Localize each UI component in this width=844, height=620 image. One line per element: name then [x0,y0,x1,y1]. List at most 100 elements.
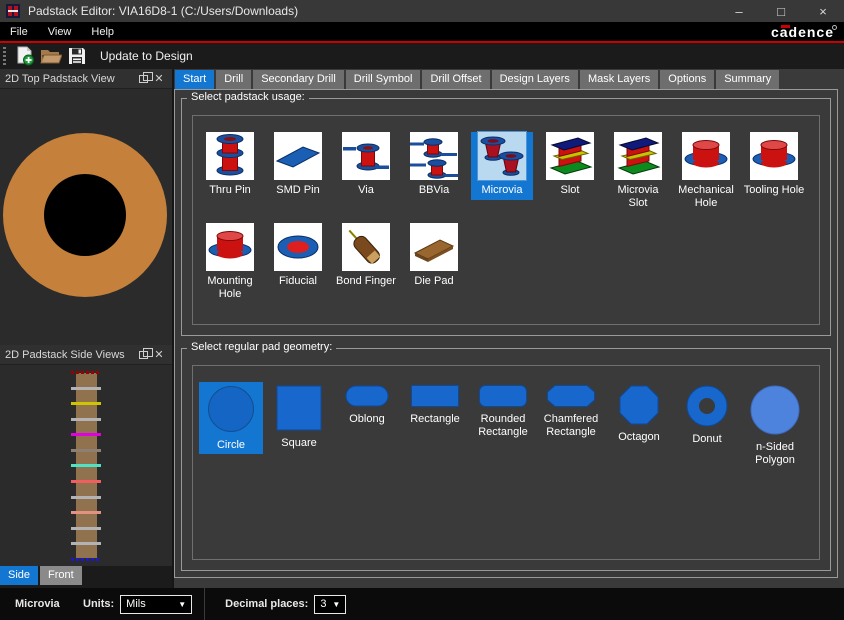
usage-item-fiducial[interactable]: Fiducial [267,223,329,291]
bbvia-icon [410,138,458,179]
side-view-tabs: Side Front [0,566,172,588]
geometry-item-rounded-rectangle[interactable]: Rounded Rectangle [471,382,535,441]
top-view-header: 2D Top Padstack View ✕ [0,69,172,89]
thru-pin-icon [216,134,244,176]
usage-item-label: Thru Pin [209,184,251,196]
open-button[interactable] [38,44,64,68]
usage-item-slot[interactable]: Slot [539,132,601,200]
side-view-close-button[interactable]: ✕ [151,347,167,363]
geometry-item-chamfered-rectangle[interactable]: Chamfered Rectangle [539,382,603,441]
fiducial-icon [277,235,319,259]
top-padstack-view[interactable] [0,89,172,345]
usage-item-bbvia[interactable]: BBVia [403,132,465,200]
geometry-groupbox: Select regular pad geometry: Circle Squa… [181,341,831,571]
geometry-item-n-sided-polygon[interactable]: n-Sided Polygon [743,382,807,469]
float-icon [138,347,153,359]
geometry-item-octagon[interactable]: Octagon [607,382,671,446]
n-sided-polygon-shape [750,385,800,435]
square-shape [276,385,322,431]
tab-options[interactable]: Options [660,70,715,89]
tab-mask-layers[interactable]: Mask Layers [579,70,659,89]
usage-item-microvia-slot[interactable]: Microvia Slot [607,132,669,213]
menu-file[interactable]: File [0,22,38,41]
usage-item-die-pad[interactable]: Die Pad [403,223,465,291]
usage-item-via[interactable]: Via [335,132,397,200]
geometry-group-label: Select regular pad geometry: [187,341,337,353]
geometry-item-label: Octagon [618,431,660,443]
usage-item-label: Via [358,184,374,196]
via-icon [343,143,389,171]
mounting-hole-icon [208,231,252,259]
usage-groupbox: Select padstack usage: Thru Pin SMD Pin … [181,91,831,336]
side-view-title: 2D Padstack Side Views [5,348,125,361]
smd-pin-icon [275,146,321,168]
geometry-item-circle[interactable]: Circle [199,382,263,454]
side-view-layer-line [71,402,101,406]
top-view-float-button[interactable] [135,71,153,87]
usage-item-smd-pin[interactable]: SMD Pin [267,132,329,200]
close-button[interactable]: × [802,0,844,22]
close-icon: ✕ [154,349,164,361]
tooling-hole-icon [752,140,796,168]
usage-item-mechanical-hole[interactable]: Mechanical Hole [675,132,737,213]
minimize-button[interactable]: – [718,0,760,22]
top-view-title: 2D Top Padstack View [5,72,115,85]
usage-item-label: Die Pad [414,275,454,287]
usage-item-mounting-hole[interactable]: Mounting Hole [199,223,261,304]
side-view-layer-line [71,448,101,452]
menu-view[interactable]: View [38,22,82,41]
geometry-item-donut[interactable]: Donut [675,382,739,448]
side-view-layer-line [71,542,101,546]
tab-drill[interactable]: Drill [216,70,252,89]
side-view-layer-line [71,386,101,390]
tab-secondary-drill[interactable]: Secondary Drill [253,70,344,89]
open-icon [40,50,62,64]
top-view-close-button[interactable]: ✕ [151,71,167,87]
toolbar-drag-handle[interactable] [3,47,6,65]
statusbar-divider [204,588,206,620]
side-view-float-button[interactable] [135,347,153,363]
status-usage-value: Microvia [15,598,60,610]
decimal-places-value: 3 [320,598,327,610]
usage-item-bond-finger[interactable]: Bond Finger [335,223,397,291]
geometry-item-rectangle[interactable]: Rectangle [403,382,467,428]
start-tab-panel: Select padstack usage: Thru Pin SMD Pin … [174,89,838,578]
chamfered-rectangle-shape [547,385,595,407]
tab-start[interactable]: Start [175,70,215,89]
geometry-item-oblong[interactable]: Oblong [335,382,399,428]
chevron-down-icon: ▼ [332,599,341,609]
usage-item-microvia[interactable]: Microvia [471,131,533,200]
usage-item-thru-pin[interactable]: Thru Pin [199,132,261,200]
units-dropdown[interactable]: Mils ▼ [120,594,193,614]
maximize-button[interactable]: □ [760,0,802,22]
chevron-down-icon: ▼ [178,599,187,609]
geometry-item-square[interactable]: Square [267,382,331,452]
toolbar: Update to Design [0,43,844,69]
microvia-slot-icon [617,137,661,175]
slot-tile [546,132,594,180]
tab-summary[interactable]: Summary [716,70,780,89]
usage-item-tooling-hole[interactable]: Tooling Hole [743,132,805,200]
side-padstack-view[interactable] [0,365,172,566]
tab-design-layers[interactable]: Design Layers [491,70,578,89]
update-to-design-button[interactable]: Update to Design [100,49,193,63]
side-view-layers [0,365,172,566]
tab-drill-symbol[interactable]: Drill Symbol [345,70,421,89]
usage-item-label: Microvia Slot [617,184,659,209]
tab-side[interactable]: Side [0,566,39,585]
usage-item-label: BBVia [418,184,450,196]
octagon-shape [619,385,659,425]
usage-group-label: Select padstack usage: [187,91,309,103]
microvia-icon [480,136,524,176]
new-padstack-button[interactable] [12,44,38,68]
geometry-item-label: Rounded Rectangle [478,413,528,438]
usage-row-1: Thru Pin SMD Pin Via BBVia Microvia Slot… [199,131,813,213]
geometry-item-label: Oblong [349,413,385,425]
decimal-places-dropdown[interactable]: 3 ▼ [314,594,347,614]
close-icon: ✕ [154,73,164,85]
menu-help[interactable]: Help [81,22,124,41]
tab-front[interactable]: Front [40,566,82,585]
save-button[interactable] [64,44,90,68]
tab-drill-offset[interactable]: Drill Offset [422,70,490,89]
bond-finger-tile [342,223,390,271]
